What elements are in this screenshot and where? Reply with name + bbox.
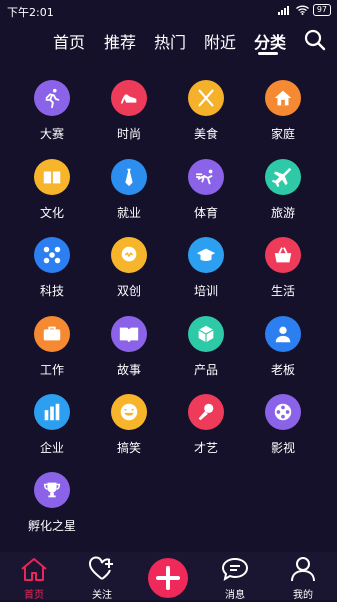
signal-icon (277, 6, 289, 15)
tab-home[interactable]: 首页 (53, 29, 85, 53)
category-item[interactable]: 旅游 (253, 159, 313, 221)
graduation-cap-icon (188, 237, 224, 273)
plus-icon (156, 566, 180, 590)
active-tab-indicator (258, 52, 278, 55)
film-reel-icon (265, 394, 301, 430)
bottom-nav-follow[interactable]: 关注 (82, 556, 122, 601)
category-item[interactable]: 就业 (99, 159, 159, 221)
tab-nearby[interactable]: 附近 (204, 29, 236, 53)
category-item[interactable]: 工作 (22, 316, 82, 378)
category-label: 工作 (39, 363, 64, 377)
bottom-nav-label: 我的 (293, 590, 313, 601)
buildings-icon (34, 394, 70, 430)
molecule-icon (34, 237, 70, 273)
house-icon (265, 80, 301, 116)
category-item[interactable]: 培训 (176, 237, 236, 299)
category-item[interactable]: 孵化之星 (22, 472, 82, 534)
category-item[interactable]: 双创 (99, 237, 159, 299)
category-label: 搞笑 (116, 441, 141, 455)
trophy-icon (34, 472, 70, 508)
category-label: 文化 (39, 206, 64, 220)
bottom-nav-me[interactable]: 我的 (283, 556, 323, 601)
category-item[interactable]: 搞笑 (99, 394, 159, 456)
category-label: 培训 (193, 284, 218, 298)
category-item[interactable]: 文化 (22, 159, 82, 221)
bottom-nav-home[interactable]: 首页 (14, 556, 54, 601)
category-label: 家庭 (270, 127, 295, 141)
heart-plus-icon (89, 556, 113, 580)
bottom-nav-label: 关注 (92, 590, 112, 601)
boss-icon (265, 316, 301, 352)
tab-category[interactable]: 分类 (254, 29, 286, 53)
running-icon (34, 80, 70, 116)
athlete-icon (188, 159, 224, 195)
category-label: 生活 (270, 284, 295, 298)
status-icons: 97 (277, 4, 331, 16)
battery-indicator: 97 (312, 4, 331, 16)
book-icon (34, 159, 70, 195)
category-label: 孵化之星 (27, 519, 76, 533)
tie-icon (111, 159, 147, 195)
category-item[interactable]: 才艺 (176, 394, 236, 456)
cube-icon (188, 316, 224, 352)
tab-recommend[interactable]: 推荐 (104, 29, 136, 53)
status-time: 下午2:01 (7, 6, 54, 19)
bottom-nav-label: 消息 (225, 590, 245, 601)
home-icon (21, 558, 47, 581)
category-item[interactable]: 科技 (22, 237, 82, 299)
search-button[interactable] (303, 28, 327, 52)
category-label: 科技 (39, 284, 64, 298)
tab-hot[interactable]: 热门 (154, 29, 186, 53)
category-label: 美食 (193, 127, 218, 141)
category-label: 老板 (270, 363, 295, 377)
top-nav: 首页 推荐 热门 附近 分类 (0, 22, 337, 60)
category-label: 体育 (193, 206, 218, 220)
category-label: 影视 (270, 441, 295, 455)
category-label: 产品 (193, 363, 218, 377)
category-item[interactable]: 产品 (176, 316, 236, 378)
category-item[interactable]: 老板 (253, 316, 313, 378)
category-label: 才艺 (193, 441, 218, 455)
category-label: 旅游 (270, 206, 295, 220)
bottom-nav-messages[interactable]: 消息 (215, 556, 255, 601)
chat-icon (221, 557, 249, 582)
category-item[interactable]: 大赛 (22, 80, 82, 142)
category-item[interactable]: 体育 (176, 159, 236, 221)
category-label: 企业 (39, 441, 64, 455)
open-book-icon (111, 316, 147, 352)
high-heel-icon (111, 80, 147, 116)
category-item[interactable]: 影视 (253, 394, 313, 456)
laugh-icon (111, 394, 147, 430)
search-icon (304, 29, 326, 51)
category-label: 就业 (116, 206, 141, 220)
category-item[interactable]: 家庭 (253, 80, 313, 142)
utensils-icon (188, 80, 224, 116)
category-item[interactable]: 时尚 (99, 80, 159, 142)
lightbulb-icon (111, 237, 147, 273)
microphone-icon (188, 394, 224, 430)
category-label: 双创 (116, 284, 141, 298)
category-item[interactable]: 企业 (22, 394, 82, 456)
create-button[interactable] (148, 558, 188, 598)
wifi-icon (295, 5, 309, 15)
category-item[interactable]: 美食 (176, 80, 236, 142)
bottom-nav-label: 首页 (24, 590, 44, 601)
status-bar: 下午2:01 97 (0, 0, 337, 22)
category-item[interactable]: 生活 (253, 237, 313, 299)
category-label: 大赛 (39, 127, 64, 141)
plane-icon (265, 159, 301, 195)
category-label: 故事 (116, 363, 141, 377)
category-item[interactable]: 故事 (99, 316, 159, 378)
basket-icon (265, 237, 301, 273)
user-icon (291, 557, 315, 582)
briefcase-icon (34, 316, 70, 352)
category-label: 时尚 (116, 127, 141, 141)
